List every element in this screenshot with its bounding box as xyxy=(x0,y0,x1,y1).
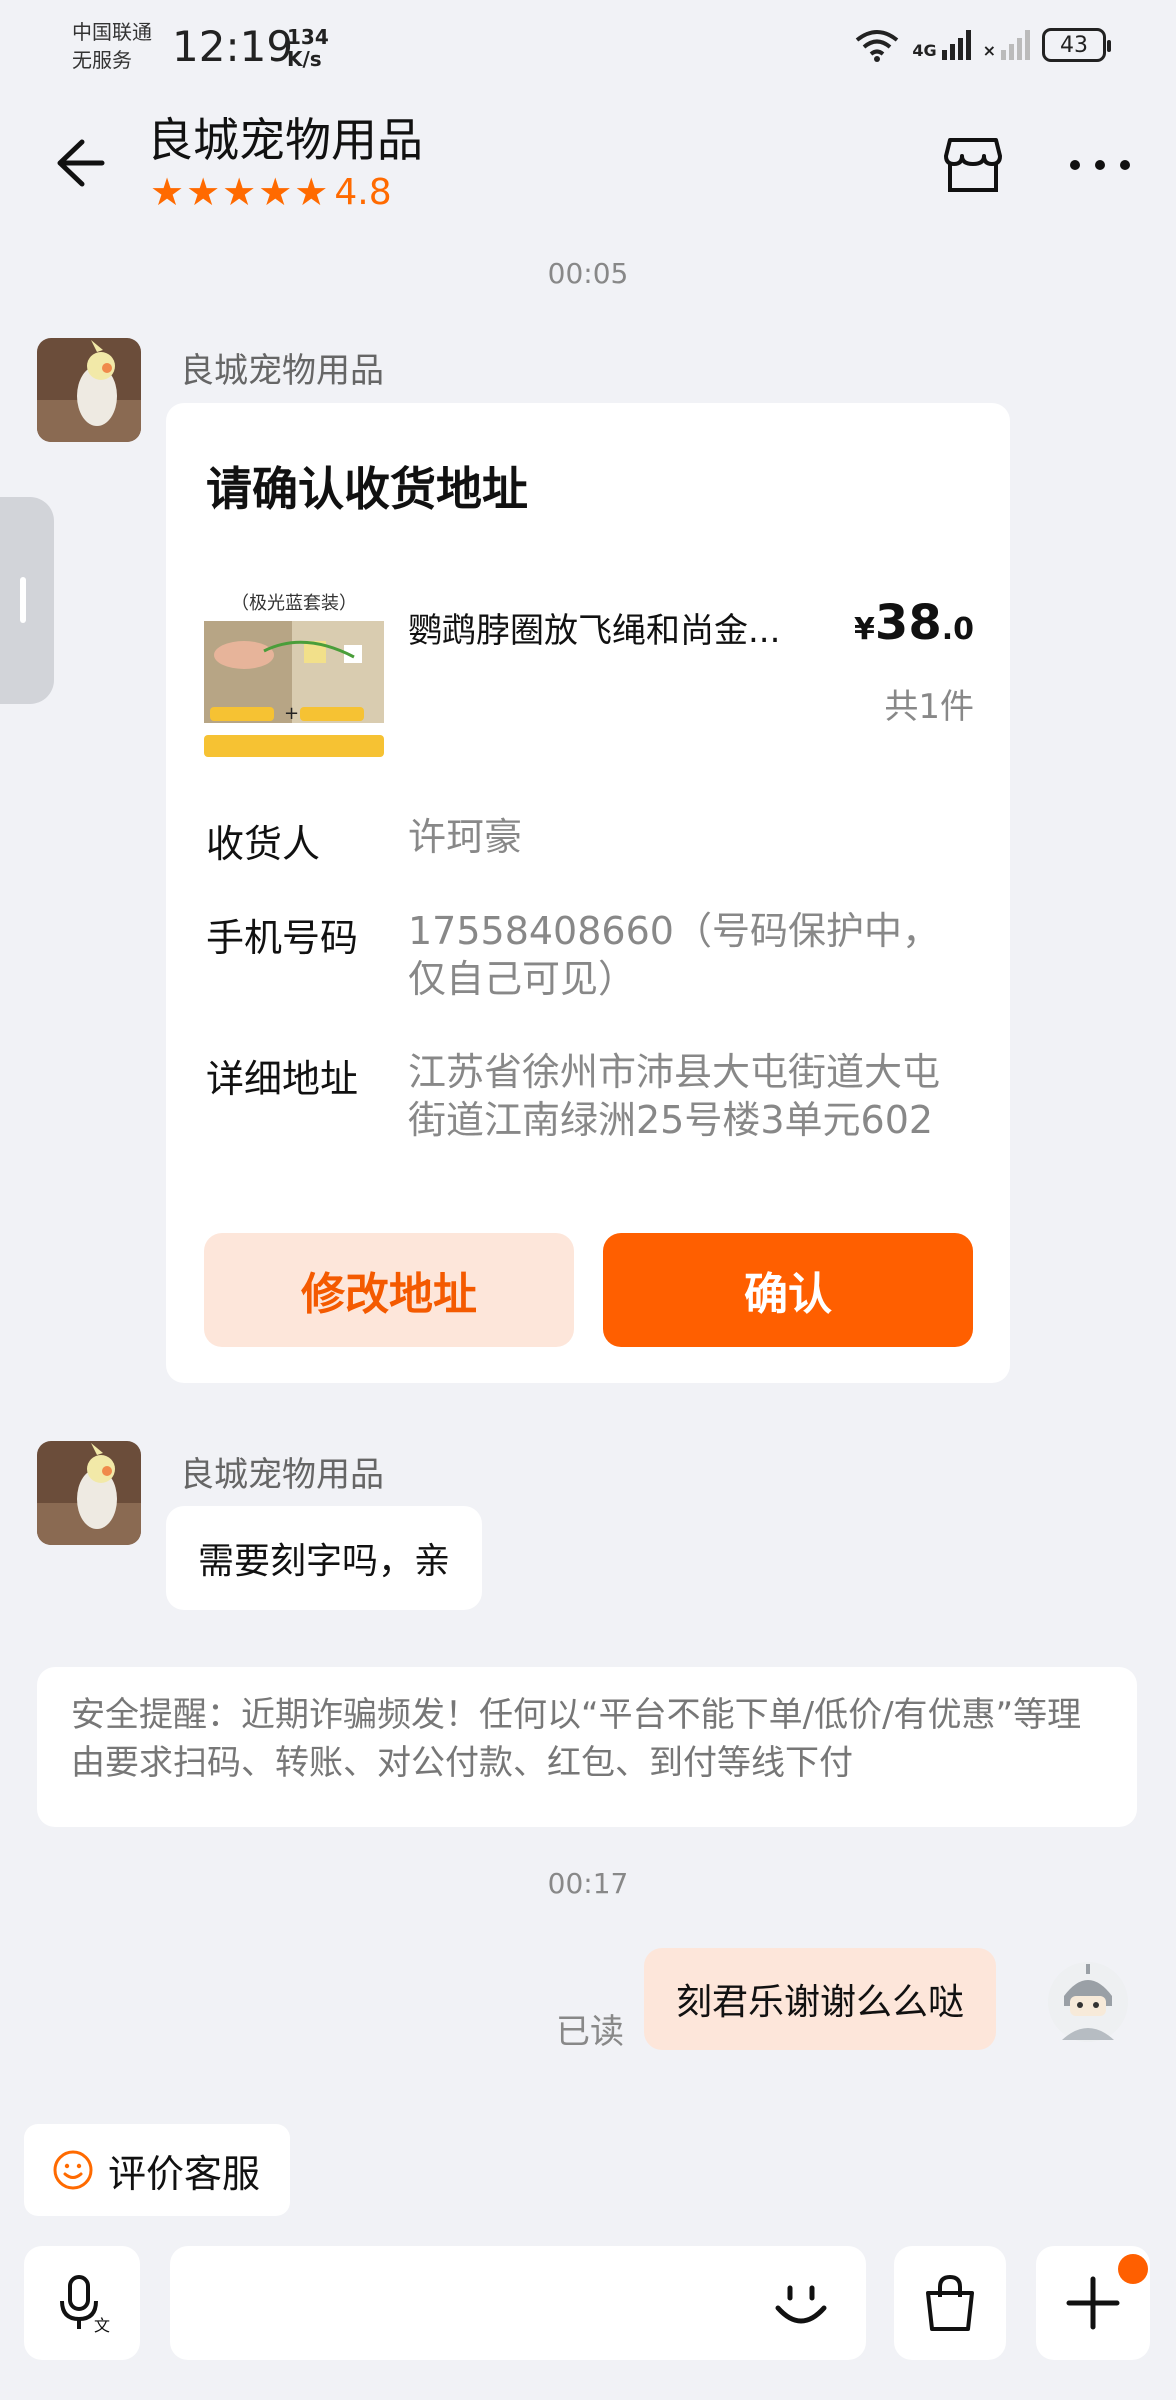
status-carrier-block: 中国联通 无服务 xyxy=(72,18,152,74)
product-quantity: 共1件 xyxy=(884,687,974,727)
voice-translate-icon: 文 xyxy=(60,2275,110,2335)
speed-unit: K/s xyxy=(287,47,322,71)
price-decimal: .0 xyxy=(941,612,974,647)
read-status: 已读 xyxy=(556,2012,624,2052)
shop-avatar[interactable] xyxy=(37,338,141,442)
shopping-bag-icon xyxy=(926,2274,974,2331)
address-value: 江苏省徐州市沛县大屯街道大屯街道江南绿洲25号楼3单元602 xyxy=(408,1050,941,1142)
edit-address-button[interactable]: 修改地址 xyxy=(204,1233,574,1347)
phone-value: 17558408660（号码保护中，仅自己可见） xyxy=(408,909,940,1001)
shop-avatar[interactable] xyxy=(37,1441,141,1545)
evaluate-service-button[interactable]: 评价客服 xyxy=(24,2124,291,2216)
timestamp: 00:05 xyxy=(547,257,629,290)
rating-value: 4.8 xyxy=(334,171,392,213)
sender-name: 良城宠物用品 xyxy=(180,351,384,391)
carrier-text: 中国联通 xyxy=(72,20,152,44)
star-rating-icon: ★★★★★ xyxy=(150,170,331,214)
emoji-icon[interactable] xyxy=(770,2272,832,2334)
service-text: 无服务 xyxy=(72,48,132,72)
arrow-left-icon xyxy=(57,139,105,187)
message-input[interactable] xyxy=(170,2246,866,2360)
signal-none-icon: × xyxy=(983,30,1030,60)
price-integer: 38 xyxy=(874,595,942,651)
recipient-value: 许珂豪 xyxy=(408,815,523,859)
sender-name: 良城宠物用品 xyxy=(180,1455,384,1495)
store-button[interactable] xyxy=(940,132,1006,198)
product-image[interactable]: （极光蓝套装） + xyxy=(204,589,384,773)
side-drawer-handle[interactable] xyxy=(0,497,54,704)
product-tag: （极光蓝套装） xyxy=(231,593,357,614)
message-bubble[interactable]: 需要刻字吗，亲 xyxy=(166,1506,483,1610)
network-type: 4G xyxy=(912,41,937,60)
notification-dot xyxy=(1118,2254,1148,2284)
my-avatar[interactable] xyxy=(1046,1960,1130,2044)
shop-rating: ★★★★★ 4.8 xyxy=(150,170,392,214)
shopping-bag-button[interactable] xyxy=(894,2246,1006,2360)
address-confirm-card: 请确认收货地址 （极光蓝套装） + 鹦鹉脖圈放飞绳和尚金... ¥38.0 共1… xyxy=(166,403,1010,1383)
battery-level: 43 xyxy=(1060,32,1088,58)
svg-text:+: + xyxy=(284,703,299,724)
timestamp: 00:17 xyxy=(547,1867,629,1900)
store-icon xyxy=(944,138,1002,192)
input-toolbar: 文 xyxy=(0,2240,1176,2400)
recipient-label: 收货人 xyxy=(206,822,321,866)
network-speed: 134 K/s xyxy=(287,26,329,70)
voice-button[interactable]: 文 xyxy=(24,2246,140,2360)
more-button[interactable] xyxy=(1070,140,1130,190)
card-title: 请确认收货地址 xyxy=(206,462,528,516)
phone-label: 手机号码 xyxy=(206,916,359,960)
plus-icon xyxy=(1066,2276,1120,2330)
smile-icon xyxy=(53,2150,93,2190)
more-icon xyxy=(1070,160,1080,170)
status-time: 12:19 xyxy=(172,22,294,71)
shop-title[interactable]: 良城宠物用品 xyxy=(147,104,423,170)
evaluate-label: 评价客服 xyxy=(108,2151,261,2196)
status-icons: 4G × 43 xyxy=(854,28,1111,62)
price-currency: ¥ xyxy=(854,612,875,647)
wifi-icon xyxy=(856,30,899,62)
svg-text:文: 文 xyxy=(94,2316,110,2335)
back-button[interactable] xyxy=(42,128,112,198)
my-message-bubble[interactable]: 刻君乐谢谢么么哒 xyxy=(644,1948,997,2050)
confirm-button[interactable]: 确认 xyxy=(603,1233,973,1347)
speed-value: 134 xyxy=(287,25,329,49)
signal-4g-icon: 4G xyxy=(912,30,971,60)
security-notice: 安全提醒：近期诈骗频发！任何以“平台不能下单/低价/有优惠”等理由要求扫码、转账… xyxy=(37,1667,1137,1827)
battery-icon: 43 xyxy=(1042,28,1111,62)
address-label: 详细地址 xyxy=(206,1057,359,1101)
product-price: ¥38.0 xyxy=(854,595,974,651)
product-name[interactable]: 鹦鹉脖圈放飞绳和尚金... xyxy=(408,603,838,652)
